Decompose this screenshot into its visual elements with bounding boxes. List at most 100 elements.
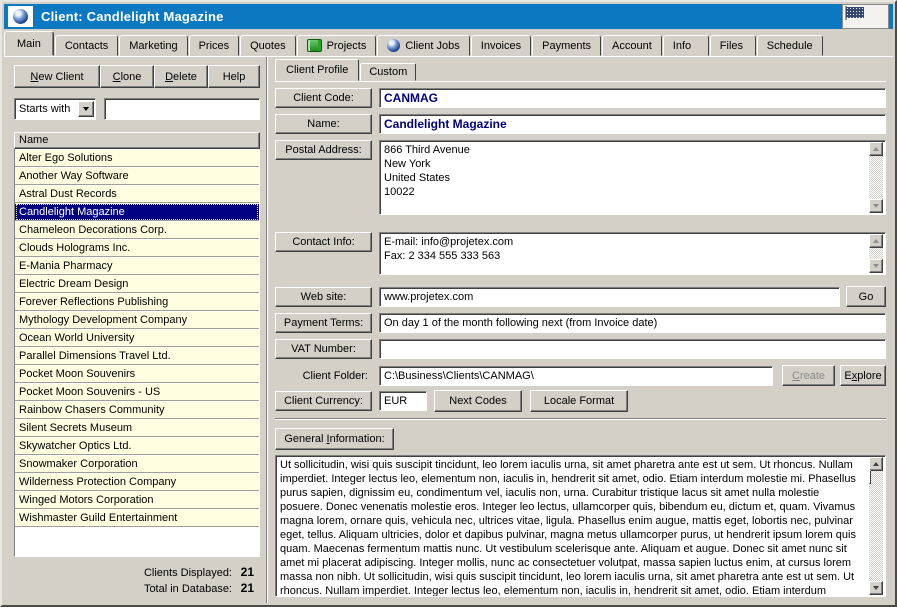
list-item[interactable]: Candlelight Magazine — [15, 203, 259, 221]
list-item[interactable]: Astral Dust Records — [15, 185, 259, 203]
scrollbar-track — [869, 156, 883, 199]
tab-payments[interactable]: Payments — [532, 35, 601, 56]
tab-quotes[interactable]: Quotes — [240, 35, 295, 56]
client-name-input[interactable] — [379, 114, 886, 134]
delete-button[interactable]: Delete — [154, 65, 208, 88]
list-item[interactable]: Another Way Software — [15, 167, 259, 185]
title-bar: Client: Candlelight Magazine — [4, 4, 893, 29]
list-item[interactable]: Wilderness Protection Company — [15, 473, 259, 491]
chevron-down-icon — [83, 107, 89, 111]
payment-terms-input[interactable] — [379, 313, 886, 333]
locale-format-button[interactable]: Locale Format — [530, 390, 628, 412]
web-site-label-button[interactable]: Web site: — [275, 287, 372, 307]
total-in-database-label: Total in Database: — [144, 582, 232, 597]
scroll-down-button[interactable] — [869, 259, 883, 273]
tab-info[interactable]: Info — [663, 35, 709, 56]
postal-address-label-button[interactable]: Postal Address: — [275, 140, 372, 160]
tab-label: Info — [673, 40, 691, 52]
tab-label: Files — [720, 40, 743, 52]
filter-mode-value: Starts with — [19, 103, 78, 115]
tab-files[interactable]: Files — [710, 35, 756, 56]
client-list-panel: New Client Clone Delete Help Starts with… — [4, 57, 267, 603]
contact-info-field[interactable]: E-mail: info@projetex.com Fax: 2 334 555… — [380, 233, 869, 274]
list-item[interactable]: Mythology Development Company — [15, 311, 259, 329]
list-item[interactable]: Parallel Dimensions Travel Ltd. — [15, 347, 259, 365]
client-currency-input[interactable] — [379, 391, 427, 411]
tab-client-jobs[interactable]: Client Jobs — [377, 35, 469, 56]
list-item[interactable]: Winged Motors Corporation — [15, 491, 259, 509]
postal-address-memo: 866 Third Avenue New York United States … — [379, 140, 886, 215]
list-item[interactable]: Alter Ego Solutions — [15, 149, 259, 167]
section-divider — [275, 418, 886, 420]
vat-number-input[interactable] — [379, 339, 886, 359]
arrow-down-icon — [873, 586, 879, 590]
scroll-up-button[interactable] — [869, 234, 883, 248]
list-item[interactable]: Rainbow Chasers Community — [15, 401, 259, 419]
filter-mode-select[interactable]: Starts with — [14, 98, 96, 120]
payment-terms-label-button[interactable]: Payment Terms: — [275, 313, 372, 333]
tab-label: Invoices — [481, 40, 521, 52]
list-item[interactable]: Silent Secrets Museum — [15, 419, 259, 437]
arrow-up-icon — [873, 147, 879, 151]
contact-info-label-button[interactable]: Contact Info: — [275, 232, 372, 252]
tab-contacts[interactable]: Contacts — [55, 35, 118, 56]
new-client-button[interactable]: New Client — [14, 65, 100, 88]
tab-label: Prices — [199, 40, 230, 52]
client-code-label-button[interactable]: Client Code: — [275, 88, 372, 108]
scroll-down-button[interactable] — [869, 199, 883, 213]
client-name-label-button[interactable]: Name: — [275, 114, 372, 134]
list-item[interactable]: Ocean World University — [15, 329, 259, 347]
tab-label: Contacts — [65, 40, 108, 52]
client-folder-label: Client Folder: — [275, 366, 372, 386]
list-item[interactable]: Chameleon Decorations Corp. — [15, 221, 259, 239]
client-stats: Clients Displayed: 21 Total in Database:… — [14, 563, 260, 599]
tab-label: Main — [17, 38, 41, 50]
client-list-header[interactable]: Name — [14, 132, 260, 149]
list-item[interactable]: Forever Reflections Publishing — [15, 293, 259, 311]
list-item[interactable]: Wishmaster Guild Entertainment — [15, 509, 259, 527]
scroll-up-button[interactable] — [869, 142, 883, 156]
general-information-label-button[interactable]: General Information: — [275, 428, 394, 450]
scroll-up-button[interactable] — [869, 457, 883, 471]
client-actions-toolbar: New Client Clone Delete Help — [14, 65, 260, 88]
tab-main[interactable]: Main — [4, 31, 54, 56]
contact-info-scrollbar[interactable] — [869, 234, 884, 273]
list-item[interactable]: Skywatcher Optics Ltd. — [15, 437, 259, 455]
tab-invoices[interactable]: Invoices — [471, 35, 531, 56]
tab-label: Client Jobs — [405, 40, 459, 52]
tab-schedule[interactable]: Schedule — [757, 35, 823, 56]
window-title: Client: Candlelight Magazine — [41, 9, 224, 24]
scrollbar-thumb[interactable] — [869, 470, 871, 484]
list-item[interactable]: Electric Dream Design — [15, 275, 259, 293]
general-information-field[interactable]: Ut sollicitudin, wisi quis suscipit tinc… — [276, 456, 869, 596]
contact-info-memo: E-mail: info@projetex.com Fax: 2 334 555… — [379, 232, 886, 275]
list-item[interactable]: Pocket Moon Souvenirs - US — [15, 383, 259, 401]
vat-number-label-button[interactable]: VAT Number: — [275, 339, 372, 359]
list-item[interactable]: E-Mania Pharmacy — [15, 257, 259, 275]
postal-address-scrollbar[interactable] — [869, 142, 884, 213]
client-currency-label-button[interactable]: Client Currency: — [275, 391, 372, 411]
postal-address-field[interactable]: 866 Third Avenue New York United States … — [380, 141, 869, 214]
clone-button[interactable]: Clone — [100, 65, 154, 88]
list-item[interactable]: Pocket Moon Souvenirs — [15, 365, 259, 383]
scroll-down-button[interactable] — [869, 581, 883, 595]
list-item[interactable]: Clouds Holograms Inc. — [15, 239, 259, 257]
client-folder-input[interactable] — [379, 366, 773, 386]
tab-projects[interactable]: Projects — [297, 35, 377, 56]
search-input[interactable] — [104, 98, 260, 120]
next-codes-button[interactable]: Next Codes — [434, 390, 522, 412]
list-item[interactable]: Snowmaker Corporation — [15, 455, 259, 473]
tab-account[interactable]: Account — [602, 35, 662, 56]
create-folder-button: Create — [782, 365, 835, 386]
filter-dropdown-button[interactable] — [78, 101, 94, 117]
subtab-custom[interactable]: Custom — [360, 63, 416, 81]
subtab-client-profile[interactable]: Client Profile — [275, 59, 359, 81]
explore-folder-button[interactable]: Explore — [840, 365, 886, 386]
tab-prices[interactable]: Prices — [189, 35, 240, 56]
go-button[interactable]: Go — [846, 286, 886, 307]
web-site-input[interactable] — [379, 287, 840, 307]
tab-marketing[interactable]: Marketing — [119, 35, 187, 56]
client-code-input[interactable] — [379, 88, 886, 108]
help-button[interactable]: Help — [208, 65, 260, 88]
general-information-scrollbar[interactable] — [869, 457, 884, 595]
